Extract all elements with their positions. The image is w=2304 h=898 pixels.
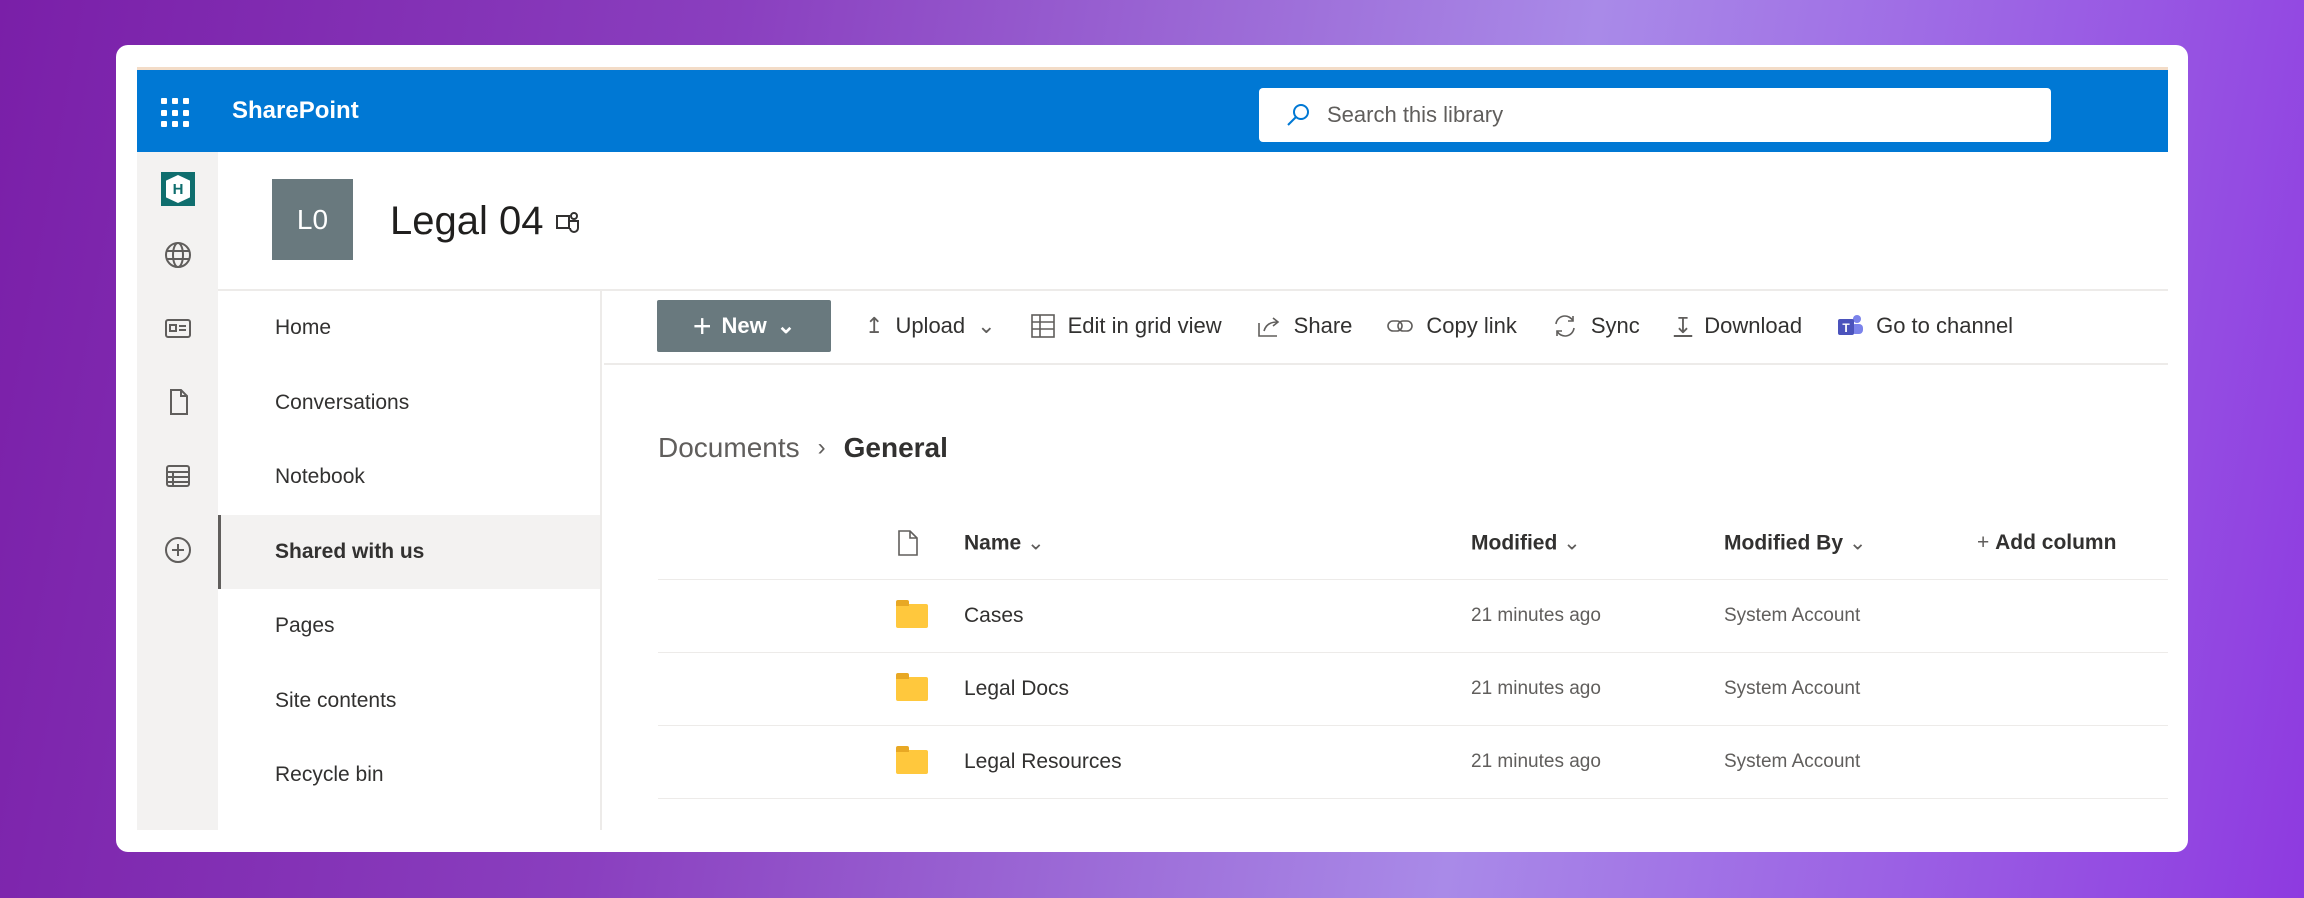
nav-item-site-contents[interactable]: Site contents: [218, 664, 600, 739]
new-label: New: [721, 313, 767, 338]
column-header-row: Name ⌄ Modified ⌄ Modified By ⌄ + Add co…: [658, 507, 2168, 580]
column-modified[interactable]: Modified ⌄: [1471, 531, 1581, 556]
item-name[interactable]: Legal Resources: [964, 750, 1122, 774]
upload-button[interactable]: ↥ Upload ⌄: [865, 313, 996, 339]
sharepoint-window: SharePoint Search this library H L0 Lega…: [137, 67, 2168, 830]
folder-icon: [896, 673, 928, 701]
nav-item-recycle-bin[interactable]: Recycle bin: [218, 738, 600, 813]
table-row[interactable]: Legal Docs 21 minutes ago System Account: [658, 653, 2168, 726]
file-type-icon: [898, 530, 918, 556]
share-button[interactable]: Share: [1256, 313, 1353, 339]
chevron-right-icon: ›: [817, 434, 826, 461]
file-icon[interactable]: [161, 385, 195, 419]
download-label: Download: [1704, 313, 1803, 338]
nav-item-pages[interactable]: Pages: [218, 589, 600, 664]
app-launcher-icon[interactable]: [161, 98, 191, 128]
item-modified: 21 minutes ago: [1471, 751, 1601, 772]
item-modified: 21 minutes ago: [1471, 605, 1601, 626]
chevron-down-icon: ⌄: [776, 313, 796, 338]
item-modified: 21 minutes ago: [1471, 678, 1601, 699]
site-header: Legal 04: [390, 199, 581, 244]
brand-link[interactable]: SharePoint: [232, 97, 359, 125]
add-column-button[interactable]: + Add column: [1977, 531, 2116, 555]
link-icon: [1387, 320, 1414, 332]
search-icon: [1287, 104, 1309, 126]
teams-icon: [556, 211, 580, 233]
sync-label: Sync: [1590, 313, 1640, 338]
folder-icon: [896, 746, 928, 774]
download-icon: ↧: [1673, 313, 1693, 338]
item-modified-by[interactable]: System Account: [1724, 751, 1860, 773]
teams-icon: T: [1838, 315, 1864, 335]
nav-item-shared-with-us[interactable]: Shared with us: [218, 514, 600, 589]
column-name[interactable]: Name ⌄: [964, 531, 1045, 556]
share-icon: [1257, 317, 1279, 337]
column-modified-by[interactable]: Modified By ⌄: [1724, 531, 1866, 556]
breadcrumb-general: General: [843, 432, 948, 463]
chevron-down-icon: ⌄: [977, 313, 996, 338]
share-label: Share: [1293, 313, 1353, 338]
suite-bar: SharePoint Search this library: [137, 67, 2168, 152]
site-logo[interactable]: L0: [272, 179, 353, 260]
item-name[interactable]: Cases: [964, 604, 1024, 628]
svg-text:T: T: [1842, 321, 1850, 335]
command-bar-divider: [604, 363, 2168, 365]
plus-icon: +: [692, 307, 712, 344]
lists-icon[interactable]: [161, 459, 195, 493]
nav-item-conversations[interactable]: Conversations: [218, 366, 600, 441]
copy-link-label: Copy link: [1426, 313, 1517, 338]
breadcrumb: Documents › General: [658, 432, 948, 464]
nav-item-notebook[interactable]: Notebook: [218, 440, 600, 515]
new-button[interactable]: + New ⌄: [657, 300, 831, 352]
folder-icon: [896, 600, 928, 628]
file-list: Name ⌄ Modified ⌄ Modified By ⌄ + Add co…: [658, 507, 2168, 799]
upload-icon: ↥: [865, 313, 884, 338]
copy-link-button[interactable]: Copy link: [1386, 313, 1517, 339]
left-navigation: Home Conversations Notebook Shared with …: [218, 291, 602, 830]
globe-icon[interactable]: [161, 238, 195, 272]
news-icon[interactable]: [161, 311, 195, 345]
command-bar: + New ⌄ ↥ Upload ⌄ Edit in grid view Share C…: [657, 300, 2168, 352]
grid-icon: [1030, 314, 1055, 338]
breadcrumb-documents[interactable]: Documents: [658, 432, 800, 464]
upload-label: Upload: [895, 313, 966, 338]
edit-grid-button[interactable]: Edit in grid view: [1030, 313, 1222, 339]
nav-item-home[interactable]: Home: [218, 291, 600, 366]
go-to-channel-button[interactable]: T Go to channel: [1836, 313, 2013, 339]
edit-grid-label: Edit in grid view: [1067, 313, 1222, 338]
table-row[interactable]: Legal Resources 21 minutes ago System Ac…: [658, 726, 2168, 799]
sync-icon: [1555, 315, 1575, 337]
hub-logo-icon[interactable]: H: [161, 172, 195, 206]
download-button[interactable]: ↧ Download: [1674, 313, 1802, 339]
item-modified-by[interactable]: System Account: [1724, 605, 1860, 627]
table-row[interactable]: Cases 21 minutes ago System Account: [658, 580, 2168, 653]
site-title[interactable]: Legal 04: [390, 199, 543, 244]
go-to-channel-label: Go to channel: [1876, 313, 2014, 338]
sync-button[interactable]: Sync: [1551, 312, 1640, 340]
search-placeholder: Search this library: [1327, 102, 1504, 127]
create-icon[interactable]: [161, 533, 195, 567]
search-input[interactable]: Search this library: [1259, 88, 2051, 142]
app-bar: H: [137, 152, 218, 830]
item-modified-by[interactable]: System Account: [1724, 678, 1860, 700]
item-name[interactable]: Legal Docs: [964, 677, 1069, 701]
